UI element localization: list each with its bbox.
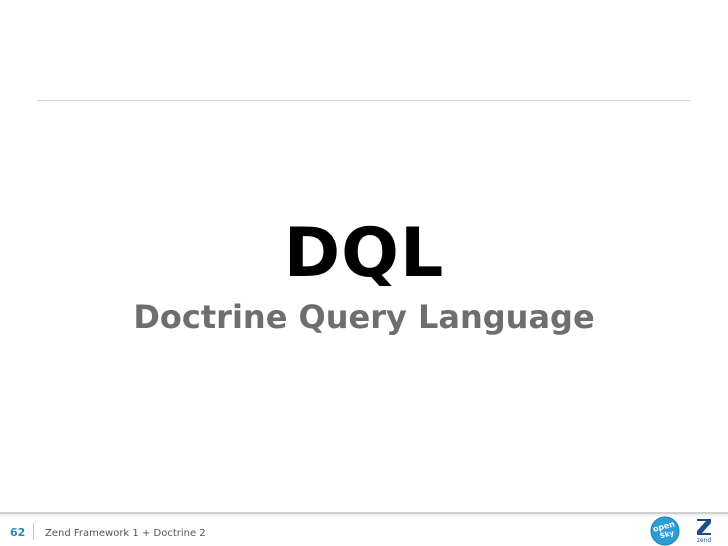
- slide-title: DQL: [283, 214, 445, 293]
- footer-divider-shadow: [0, 514, 728, 517]
- presentation-title: Zend Framework 1 + Doctrine 2: [45, 528, 206, 539]
- zend-logo-text: zend: [697, 537, 712, 544]
- opensky-logo: open Sky: [650, 516, 680, 546]
- slide-subtitle: Doctrine Query Language: [133, 298, 595, 336]
- top-divider-line: [37, 100, 690, 101]
- zend-logo: zend: [697, 519, 712, 544]
- footer-separator: [33, 523, 34, 540]
- page-number: 62: [10, 526, 26, 539]
